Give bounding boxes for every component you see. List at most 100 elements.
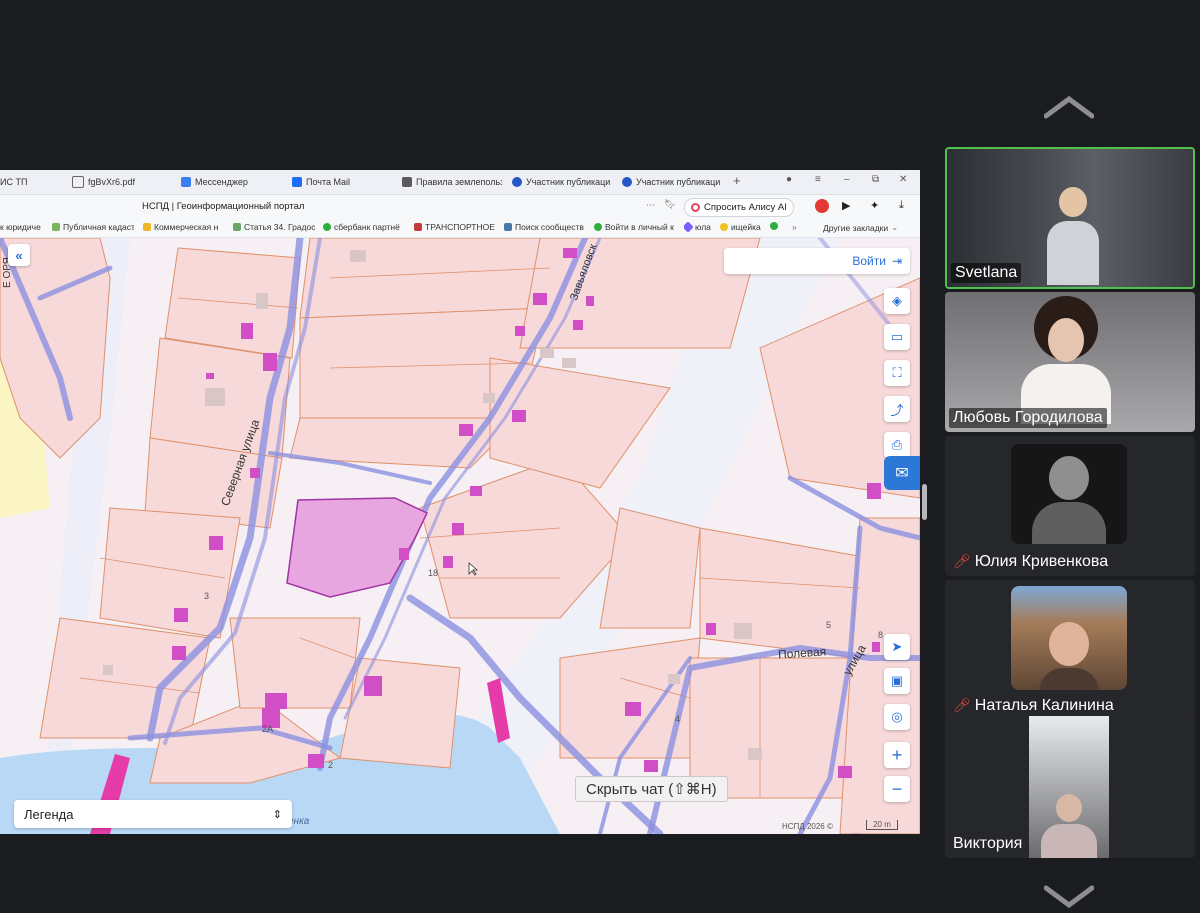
collapse-panel-button[interactable]: «: [8, 244, 30, 266]
address-bar[interactable]: НСПД | Геоинформационный портал ⋯ 🔖︎ Спр…: [0, 195, 920, 219]
print-button[interactable]: ⎙: [884, 432, 910, 458]
bookmark-item[interactable]: юла: [684, 222, 716, 232]
browser-tab[interactable]: Правила землепольз: [402, 174, 502, 190]
close-icon[interactable]: ✕: [899, 174, 907, 185]
bookmark-icon: [52, 223, 60, 231]
house-number: 18: [428, 568, 439, 578]
browser-tab[interactable]: Участник публикаци: [512, 174, 612, 190]
browser-tab[interactable]: Участник публикаци: [622, 174, 722, 190]
alice-icon: [691, 203, 700, 212]
bookmark-icon: [770, 222, 778, 230]
locate-icon: ◎: [891, 709, 903, 724]
house-number: 8: [878, 630, 884, 640]
scrollbar[interactable]: [922, 484, 927, 520]
tab-label: fgBvXr6.pdf: [88, 177, 136, 187]
participant-name: Svetlana: [951, 263, 1022, 283]
navigate-button[interactable]: ➤: [884, 634, 910, 660]
page-icon: [402, 177, 412, 187]
bookmark-item[interactable]: Поиск сообществ: [504, 222, 588, 232]
share-button[interactable]: ⤴: [884, 396, 910, 422]
bookmark-item[interactable]: ищейка: [720, 222, 768, 232]
browser-tab[interactable]: ИС ТП: [0, 174, 55, 190]
map-graphics: [0, 238, 920, 834]
bookmark-icon: [684, 222, 694, 232]
participant-name: Любовь Городилова: [949, 408, 1107, 428]
scroll-down-icon[interactable]: [1043, 884, 1095, 913]
restore-icon[interactable]: ⧉: [872, 174, 879, 185]
house-number: 2А: [262, 724, 274, 734]
bookmark-item[interactable]: Публичная кадаст: [52, 222, 134, 232]
sber-icon: [323, 223, 331, 231]
more-icon[interactable]: ⋯: [646, 200, 656, 211]
participant-tile[interactable]: Любовь Городилова: [945, 292, 1195, 432]
participant-tile[interactable]: Svetlana: [945, 147, 1195, 289]
media-icon[interactable]: ▶: [842, 199, 850, 212]
shared-screen: ИС ТП fgBvXr6.pdf Мессенджер Почта Mail …: [0, 170, 920, 834]
select-area-icon: ⛶: [892, 365, 902, 380]
bookmark-icon[interactable]: 🔖︎: [664, 199, 676, 210]
house-number: 4: [675, 714, 681, 724]
profile-icon[interactable]: ●: [786, 174, 792, 185]
search-icon: [720, 223, 728, 231]
download-icon[interactable]: ⤓: [899, 199, 904, 212]
ruler-icon: ▭: [890, 329, 904, 344]
locate-button[interactable]: ◎: [884, 704, 910, 730]
bookmark-icon: [414, 223, 422, 231]
browser-tab[interactable]: Мессенджер: [181, 174, 281, 190]
participant-photo: [1011, 444, 1127, 544]
map-attribution: НСПД 2026 ©: [782, 822, 833, 831]
map-canvas[interactable]: Северная улица Полевая улица Завьяловск …: [0, 238, 920, 834]
bookmark-label: Статья 34. Градос: [244, 222, 315, 232]
feedback-button[interactable]: ✉: [884, 456, 920, 490]
zoom-out-button[interactable]: −: [884, 776, 910, 802]
share-icon: ⤴: [890, 402, 904, 418]
browser-tab[interactable]: Почта Mail: [292, 174, 392, 190]
bookmark-item[interactable]: к юридиче: [0, 222, 46, 232]
more-bookmarks-icon[interactable]: »: [792, 222, 802, 232]
login-button[interactable]: Войти ⇥: [724, 248, 910, 274]
select-area-button[interactable]: ⛶: [884, 360, 910, 386]
minimize-icon[interactable]: –: [844, 174, 850, 185]
adblock-icon[interactable]: [815, 199, 829, 213]
bookmark-label: юла: [695, 222, 711, 232]
other-bookmarks-label: Другие закладки: [823, 222, 889, 233]
scroll-up-icon[interactable]: [1043, 95, 1095, 125]
bookmark-item[interactable]: сбербанк партнё: [323, 222, 405, 232]
bookmark-item[interactable]: ТРАНСПОРТНОЕ: [414, 222, 496, 232]
globe-icon: [622, 177, 632, 187]
participant-avatar: [1047, 187, 1099, 287]
bookmark-item[interactable]: Коммерческая н: [143, 222, 225, 232]
scale-label: 20 m: [873, 820, 891, 829]
participant-tile[interactable]: 🎤︎ Юлия Кривенкова: [945, 436, 1195, 576]
ruler-button[interactable]: ▭: [884, 324, 910, 350]
browser-tab[interactable]: fgBvXr6.pdf: [72, 174, 172, 190]
ask-alice-button[interactable]: Спросить Алису AI: [684, 198, 794, 217]
minimap-icon: ▣: [890, 673, 904, 688]
extension-icon[interactable]: ✦: [870, 199, 879, 212]
legend-select[interactable]: Легенда ⇕: [14, 800, 292, 828]
zoom-in-icon: +: [891, 744, 903, 765]
zoom-in-button[interactable]: +: [884, 742, 910, 768]
other-bookmarks[interactable]: Другие закладки ⌄: [823, 222, 913, 233]
mic-off-icon: 🎤︎: [953, 697, 971, 713]
chevron-down-icon: ⌄: [891, 222, 899, 232]
layers-button[interactable]: ◈: [884, 288, 910, 314]
bookmark-label: ТРАНСПОРТНОЕ: [425, 222, 495, 232]
participant-name: Юлия Кривенкова: [974, 553, 1109, 570]
participant-tile[interactable]: Виктория: [945, 716, 1195, 858]
menu-icon[interactable]: ≡: [815, 174, 821, 185]
bookmark-item[interactable]: [770, 222, 790, 230]
browser-tab-bar: ИС ТП fgBvXr6.pdf Мессенджер Почта Mail …: [0, 170, 920, 195]
participant-name: Виктория: [953, 835, 1023, 852]
participant-tile[interactable]: 🎤︎ Наталья Калинина: [945, 580, 1195, 720]
minimap-button[interactable]: ▣: [884, 668, 910, 694]
bookmark-item[interactable]: Статья 34. Градос: [233, 222, 315, 232]
scale-bar: 20 m: [866, 820, 898, 830]
bookmark-label: Коммерческая н: [154, 222, 219, 232]
hide-chat-tooltip: Скрыть чат (⇧⌘H): [575, 776, 728, 802]
sber-icon: [594, 223, 602, 231]
participant-video: [1029, 716, 1109, 858]
bookmark-label: сбербанк партнё: [334, 222, 400, 232]
bookmark-item[interactable]: Войти в личный к: [594, 222, 676, 232]
new-tab-icon[interactable]: +: [733, 173, 741, 188]
